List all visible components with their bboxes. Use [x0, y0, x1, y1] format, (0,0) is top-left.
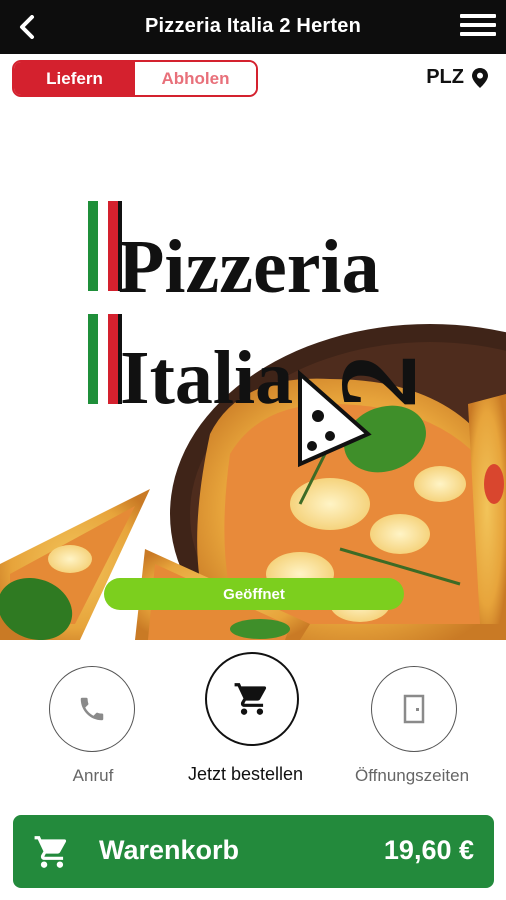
- order-now-action[interactable]: Jetzt bestellen: [188, 652, 303, 785]
- logo-text-italia: Italia: [120, 336, 293, 420]
- call-label: Anruf: [72, 766, 114, 785]
- pickup-tab[interactable]: Abholen: [135, 62, 256, 95]
- shopping-cart-icon: [234, 683, 267, 715]
- postcode-label: PLZ: [426, 66, 464, 88]
- cart-total: 19,60 €: [383, 835, 474, 865]
- cart-label: Warenkorb: [99, 835, 240, 865]
- opening-hours-action[interactable]: Öffnungszeiten: [355, 666, 469, 786]
- logo-number: 2: [317, 354, 439, 409]
- open-status-badge: Geöffnet: [104, 578, 404, 610]
- page-title: Pizzeria Italia 2 Herten: [144, 15, 361, 37]
- door-icon: [403, 694, 425, 724]
- order-now-button[interactable]: [205, 652, 299, 746]
- pizza-photo: Pizzeria Italia 2: [0, 201, 506, 640]
- hamburger-menu-icon: [460, 14, 496, 18]
- call-button[interactable]: [49, 666, 135, 752]
- phone-icon: [80, 697, 104, 721]
- cart-button[interactable]: Warenkorb 19,60 €: [13, 815, 494, 888]
- deliver-tab[interactable]: Liefern: [14, 62, 135, 95]
- order-now-label: Jetzt bestellen: [188, 764, 304, 784]
- shopping-cart-icon: [34, 836, 67, 868]
- app-header: Pizzeria Italia 2 Herten: [0, 0, 506, 54]
- quick-actions: Anruf Jetzt bestellen Öffnungszeiten: [0, 640, 506, 800]
- delivery-mode-toggle: Liefern Abholen: [12, 60, 258, 97]
- logo-text-pizzeria: Pizzeria: [118, 225, 380, 309]
- hero-banner: Pizzeria Italia 2: [0, 104, 506, 640]
- menu-button[interactable]: [460, 14, 496, 40]
- call-action[interactable]: Anruf: [49, 666, 137, 786]
- opening-hours-button[interactable]: [371, 666, 457, 752]
- location-pin-icon: [472, 67, 488, 88]
- postcode-selector[interactable]: PLZ: [426, 66, 488, 89]
- opening-hours-label: Öffnungszeiten: [355, 766, 470, 785]
